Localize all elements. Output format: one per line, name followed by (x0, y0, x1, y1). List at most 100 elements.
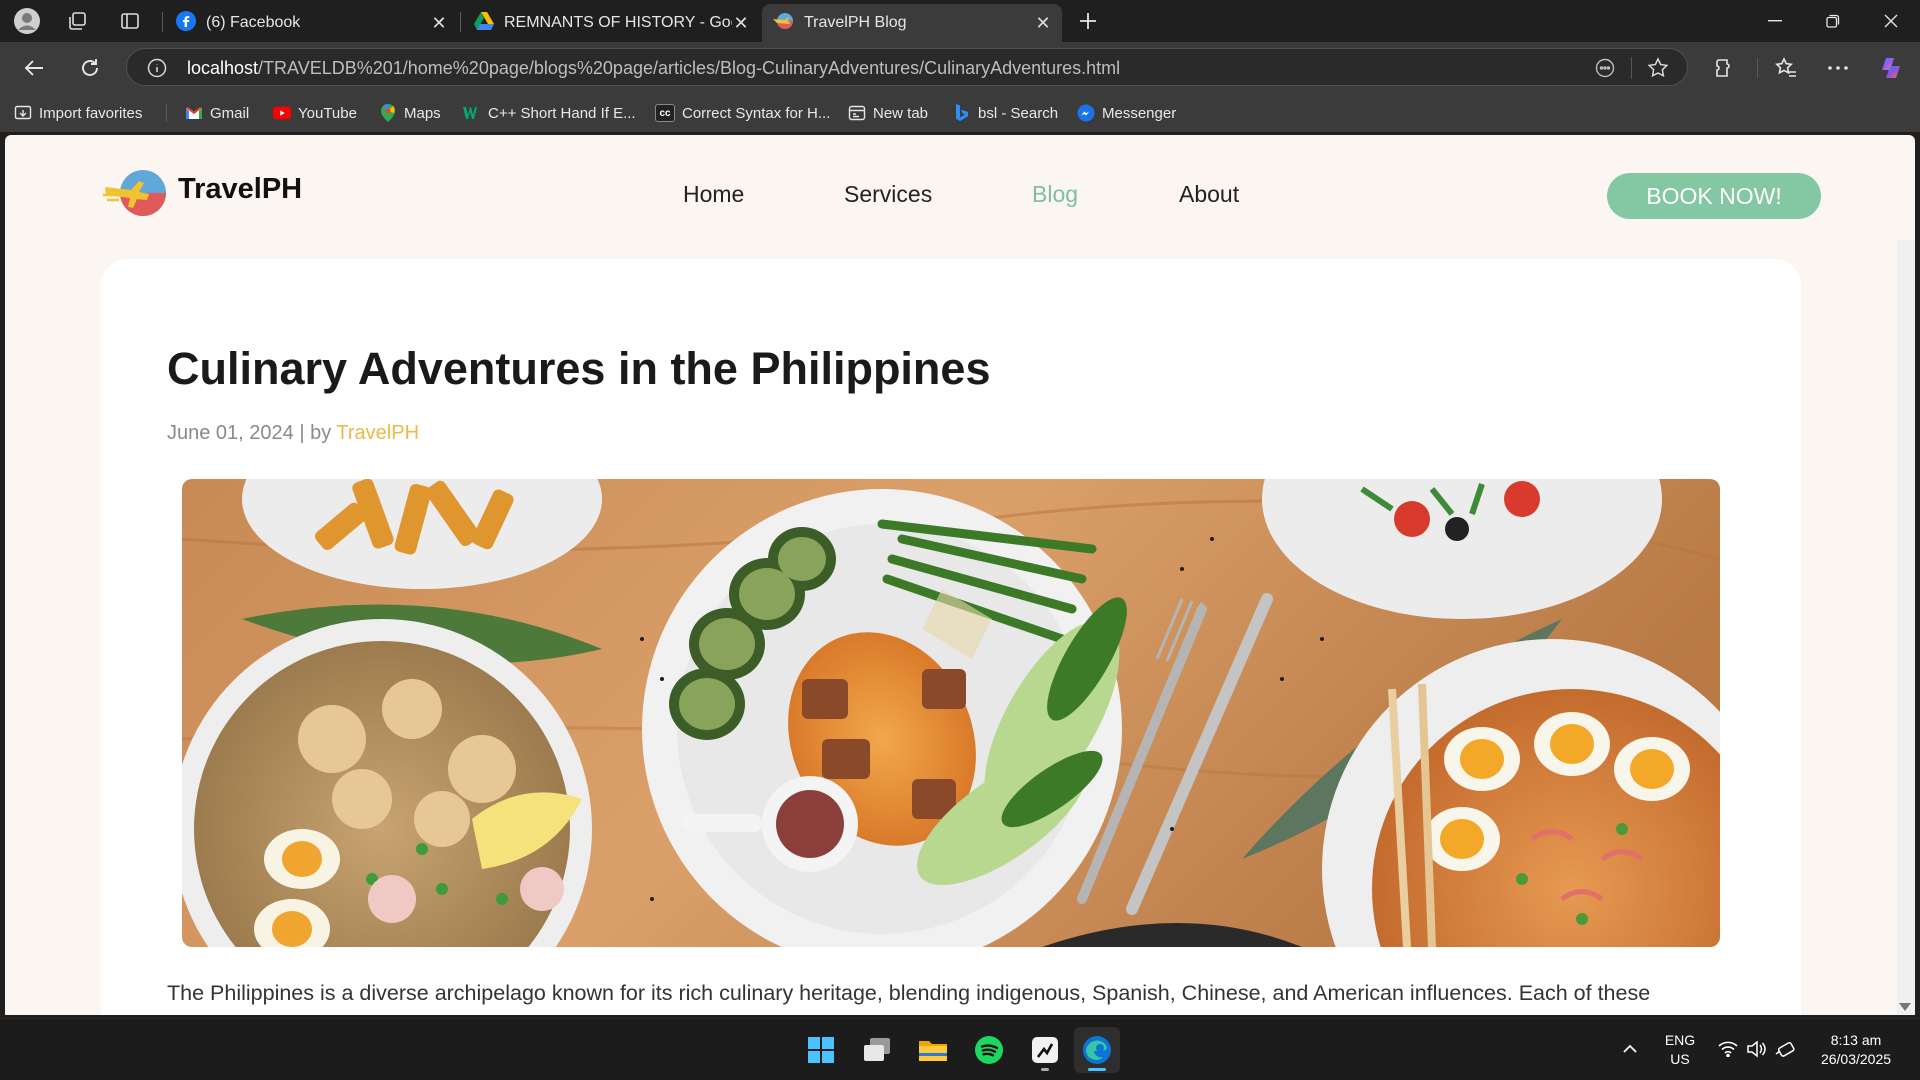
new-tab-icon (848, 104, 866, 122)
bookmark-correct-syntax[interactable]: cc Correct Syntax for H... (655, 102, 830, 124)
cc-icon: cc (655, 104, 675, 122)
youtube-icon (273, 104, 291, 122)
input-language[interactable]: ENG US (1660, 1031, 1700, 1069)
language-code: ENG (1664, 1032, 1696, 1048)
maps-icon (379, 104, 397, 122)
travelph-icon (772, 12, 794, 35)
nav-blog[interactable]: Blog (1032, 181, 1078, 208)
tab-remnants-of-history[interactable]: REMNANTS OF HISTORY - Google ✕ (464, 4, 760, 42)
import-icon (14, 104, 32, 122)
address-bar[interactable]: localhost/TRAVELDB%201/home%20page/blogs… (126, 48, 1688, 86)
travelph-logo[interactable] (103, 167, 169, 219)
bookmark-label: New tab (873, 104, 929, 122)
site-header: TravelPH Home Services Blog About BOOK N… (5, 135, 1915, 255)
page-viewport: TravelPH Home Services Blog About BOOK N… (5, 135, 1915, 1015)
bookmark-label: bsl - Search (978, 104, 1059, 122)
bookmark-label: Correct Syntax for H... (682, 104, 831, 122)
close-tab-icon[interactable]: ✕ (732, 13, 750, 34)
extensions-icon[interactable] (1708, 52, 1740, 84)
nav-home[interactable]: Home (683, 181, 744, 208)
article-date: June 01, 2024 (167, 422, 294, 444)
spotify-icon[interactable] (966, 1027, 1012, 1073)
app-icon[interactable] (1022, 1027, 1068, 1073)
tab-bar: (6) Facebook ✕ REMNANTS OF HISTORY - Goo… (0, 0, 1920, 42)
facebook-icon (176, 10, 196, 36)
volume-icon[interactable] (1746, 1040, 1766, 1063)
byline-separator: | by (299, 422, 332, 444)
bookmark-import-favorites[interactable]: Import favorites (14, 102, 142, 124)
active-indicator (1088, 1068, 1106, 1071)
article-intro: The Philippines is a diverse archipelago… (167, 981, 1651, 1005)
workspaces-icon[interactable] (62, 6, 92, 36)
vertical-tabs-icon[interactable] (115, 6, 145, 36)
new-tab-button[interactable] (1073, 6, 1103, 36)
gmail-icon (185, 104, 203, 122)
hero-food-image (182, 479, 1720, 947)
tab-facebook[interactable]: (6) Facebook ✕ (166, 4, 458, 42)
article-meta: June 01, 2024 | by TravelPH (167, 422, 419, 445)
tab-title: TravelPH Blog (804, 14, 907, 31)
bookmark-label: C++ Short Hand If E... (488, 104, 636, 122)
nav-services[interactable]: Services (844, 181, 932, 208)
minimize-icon[interactable] (1746, 0, 1804, 42)
wifi-icon[interactable] (1718, 1041, 1738, 1062)
bookmark-label: Messenger (1102, 104, 1177, 122)
bookmark-messenger[interactable]: Messenger (1077, 102, 1176, 124)
back-button[interactable] (18, 52, 50, 84)
close-tab-icon[interactable]: ✕ (1034, 13, 1052, 34)
google-drive-icon (474, 11, 494, 35)
bookmark-cpp-short-hand[interactable]: C++ Short Hand If E... (463, 102, 636, 124)
battery-icon[interactable] (1774, 1040, 1796, 1063)
bing-icon (953, 104, 971, 122)
url-path: /TRAVELDB%201/home%20page/blogs%20page/a… (258, 58, 1121, 78)
close-tab-icon[interactable]: ✕ (430, 13, 448, 34)
clock[interactable]: 8:13 am 26/03/2025 (1808, 1031, 1904, 1069)
bookmark-new-tab[interactable]: New tab (848, 102, 928, 124)
task-view-icon[interactable] (854, 1027, 900, 1073)
tab-title: (6) Facebook (206, 14, 301, 31)
clock-date: 26/03/2025 (1820, 1051, 1892, 1067)
taskbar: ENG US 8:13 am 26/03/2025 (0, 1018, 1920, 1080)
scroll-down-arrow-icon[interactable] (1899, 1003, 1911, 1011)
bookmark-label: Maps (404, 104, 441, 122)
bookmark-label: YouTube (298, 104, 357, 122)
bookmark-label: Gmail (210, 104, 250, 122)
nav-about[interactable]: About (1179, 181, 1239, 208)
site-info-icon[interactable] (147, 58, 167, 83)
close-window-icon[interactable] (1862, 0, 1920, 42)
edge-icon[interactable] (1074, 1027, 1120, 1073)
clock-time: 8:13 am (1830, 1032, 1882, 1048)
more-options-icon[interactable] (1822, 52, 1854, 84)
running-indicator (1041, 1068, 1049, 1071)
page-scrollbar[interactable] (1897, 240, 1915, 1015)
refresh-button[interactable] (74, 52, 106, 84)
article-title: Culinary Adventures in the Philippines (167, 343, 991, 394)
bookmark-gmail[interactable]: Gmail (185, 102, 249, 124)
tab-title: REMNANTS OF HISTORY - Google (504, 14, 732, 31)
w3schools-icon (463, 104, 481, 122)
restore-icon[interactable] (1804, 0, 1862, 42)
url-text[interactable]: localhost/TRAVELDB%201/home%20page/blogs… (187, 58, 1120, 79)
bookmark-bsl-search[interactable]: bsl - Search (953, 102, 1058, 124)
address-row: localhost/TRAVELDB%201/home%20page/blogs… (0, 42, 1920, 92)
file-explorer-icon[interactable] (910, 1027, 956, 1073)
article-author[interactable]: TravelPH (336, 422, 419, 444)
bookmarks-bar: Import favorites Gmail YouTube Maps C++ … (0, 92, 1920, 132)
bookmark-youtube[interactable]: YouTube (273, 102, 357, 124)
article-card: Culinary Adventures in the Philippines J… (101, 259, 1801, 1015)
windows-start-icon[interactable] (798, 1027, 844, 1073)
book-now-button[interactable]: BOOK NOW! (1607, 173, 1821, 219)
reading-view-icon[interactable] (1595, 58, 1615, 83)
show-hidden-icons-chevron-icon[interactable] (1622, 1041, 1638, 1059)
favorites-icon[interactable] (1770, 52, 1802, 84)
favorite-star-icon[interactable] (1647, 57, 1669, 84)
tab-travelph-blog[interactable]: TravelPH Blog ✕ (762, 4, 1062, 42)
bookmark-maps[interactable]: Maps (379, 102, 441, 124)
bookmark-label: Import favorites (39, 104, 143, 122)
messenger-icon (1077, 104, 1095, 122)
brand-name[interactable]: TravelPH (178, 173, 302, 206)
region-code: US (1670, 1051, 1690, 1067)
url-host: localhost (187, 58, 259, 78)
copilot-icon[interactable] (1876, 52, 1908, 84)
profile-avatar[interactable] (12, 6, 42, 36)
